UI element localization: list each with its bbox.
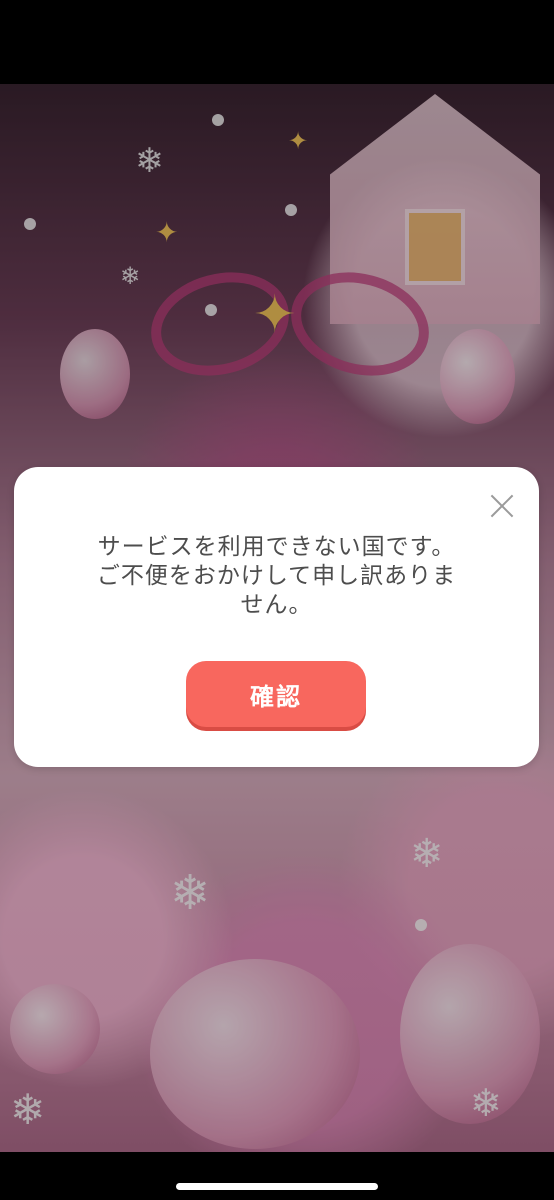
dialog-message-line-2: ご不便をおかけして申し訳ありま (96, 563, 457, 589)
status-bar (0, 0, 554, 84)
home-indicator[interactable] (176, 1183, 378, 1190)
dialog-message-line-1: サービスを利用できない国です。 (97, 534, 456, 560)
dialog-message: サービスを利用できない国です。 ご不便をおかけして申し訳ありま せん。 (54, 533, 499, 620)
dialog-message-line-3: せん。 (240, 592, 313, 618)
app-screen: ❄ ❄ ❄ ❄ ❄ ❄ ✦ ✦ ✦ サービスを利用できない国です。 ご不便をおか… (0, 0, 554, 1200)
bottom-bar (0, 1152, 554, 1200)
close-icon[interactable] (487, 491, 517, 521)
unavailable-country-dialog: サービスを利用できない国です。 ご不便をおかけして申し訳ありま せん。 確認 (14, 467, 539, 767)
confirm-button[interactable]: 確認 (186, 661, 366, 727)
